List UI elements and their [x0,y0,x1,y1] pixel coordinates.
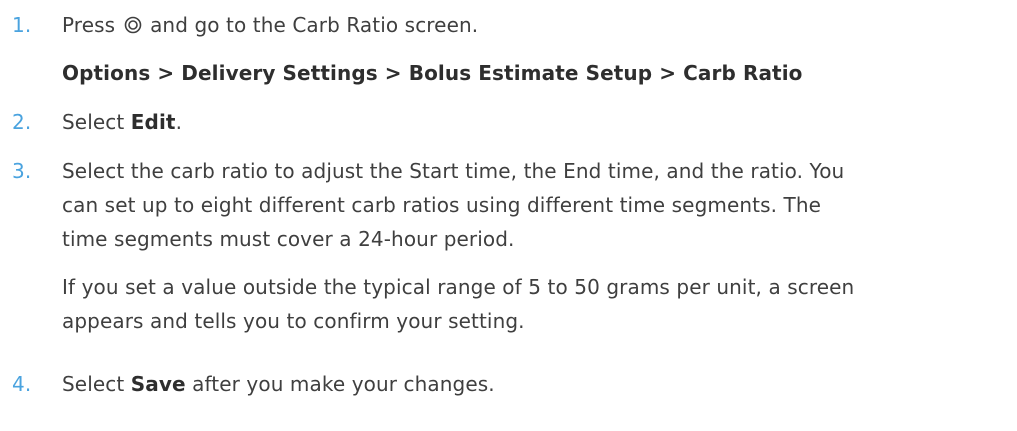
step-number: 4. [12,372,32,396]
step-suffix: . [175,110,183,134]
step-number: 3. [12,159,32,183]
step-number: 2. [12,110,32,134]
note-text: If you set a value outside the typical r… [62,272,1010,340]
step-text: Select Save after you make your changes. [62,369,1010,399]
step-prefix: Select [62,372,125,396]
step-line: can set up to eight different carb ratio… [62,193,822,217]
step-line: time segments must cover a 24-hour perio… [62,227,515,251]
save-label: Save [130,372,186,396]
note-line: If you set a value outside the typical r… [62,275,855,299]
note-line: appears and tells you to confirm your se… [62,309,525,333]
step-suffix: and go to the Carb Ratio screen. [150,13,479,37]
step-text: Select the carb ratio to adjust the Star… [62,156,1010,258]
step-prefix: Select [62,110,125,134]
step-text: Press and go to the Carb Ratio screen. [62,10,1010,40]
step-prefix: Press [62,13,116,37]
select-button-icon [124,16,141,34]
step-number: 1. [12,13,32,37]
step-text: Select Edit. [62,107,1010,137]
edit-label: Edit [130,110,176,134]
instruction-page: 1. Press and go to the Carb Ratio screen… [0,0,1017,431]
step-line: Select the carb ratio to adjust the Star… [62,159,845,183]
menu-path: Options > Delivery Settings > Bolus Esti… [62,61,803,85]
step-suffix: after you make your changes. [192,372,495,396]
